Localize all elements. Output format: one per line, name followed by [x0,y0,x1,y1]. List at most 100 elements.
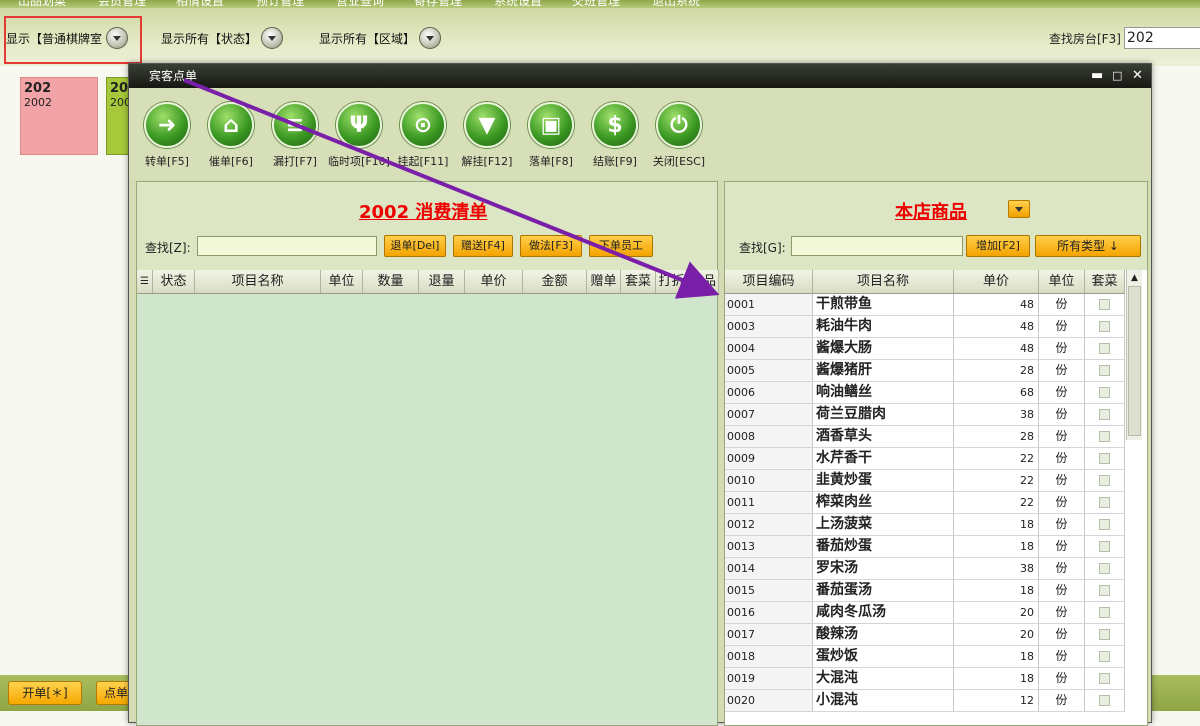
set-meal-checkbox[interactable] [1099,695,1110,706]
table-row[interactable]: 0017 酸辣汤 20 份 [725,624,1125,646]
column-header[interactable]: 项目名称 [813,270,954,293]
top-menu-item[interactable]: 交班管理 [572,0,620,8]
toolbar-button[interactable]: ▣ 落单[F8] [519,102,583,169]
set-meal-checkbox[interactable] [1099,519,1110,530]
table-row[interactable]: 0003 耗油牛肉 48 份 [725,316,1125,338]
set-meal-checkbox[interactable] [1099,431,1110,442]
table-row[interactable]: 0020 小混沌 12 份 [725,690,1125,712]
table-row[interactable]: 0015 番茄蛋汤 18 份 [725,580,1125,602]
column-header[interactable]: 退量 [419,270,465,293]
table-row[interactable]: 0019 大混沌 18 份 [725,668,1125,690]
product-search-input[interactable] [791,236,963,256]
table-row[interactable]: 0009 水芹香干 22 份 [725,448,1125,470]
column-header[interactable]: 数量 [363,270,419,293]
gift-button[interactable]: 赠送[F4] [453,235,513,257]
product-price-cell: 18 [954,536,1039,557]
set-meal-checkbox[interactable] [1099,541,1110,552]
set-meal-checkbox[interactable] [1099,343,1110,354]
set-meal-cell [1085,492,1125,513]
room-card[interactable]: 202 2002 [20,77,98,155]
set-meal-checkbox[interactable] [1099,585,1110,596]
table-row[interactable]: 0001 干煎带鱼 48 份 [725,294,1125,316]
column-header[interactable]: 单价 [465,270,523,293]
top-menu-item[interactable]: 相情设置 [176,0,224,8]
add-product-button[interactable]: 增加[F2] [966,235,1030,257]
column-header[interactable]: 金额 [523,270,587,293]
set-meal-checkbox[interactable] [1099,475,1110,486]
toolbar-button[interactable]: ▼ 解挂[F12] [455,102,519,169]
area-filter[interactable]: 显示所有【区域】 [319,27,442,49]
top-menu-item[interactable]: 会员管理 [98,0,146,8]
all-types-button[interactable]: 所有类型 ↓ [1035,235,1141,257]
column-header[interactable]: 单位 [1039,270,1085,293]
table-row[interactable]: 0006 响油鳝丝 68 份 [725,382,1125,404]
chevron-down-icon[interactable] [261,27,284,49]
set-meal-checkbox[interactable] [1099,673,1110,684]
table-row[interactable]: 0014 罗宋汤 38 份 [725,558,1125,580]
top-menu-item[interactable]: 营业查询 [336,0,384,8]
column-header[interactable]: 项目编码 [725,270,813,293]
column-header[interactable]: 单位 [321,270,363,293]
set-meal-checkbox[interactable] [1099,321,1110,332]
column-header[interactable]: 商品 [688,270,719,293]
set-meal-checkbox[interactable] [1099,365,1110,376]
order-staff-button[interactable]: 下单员工 [589,235,653,257]
minimize-icon[interactable]: ▬ [1091,64,1103,88]
top-menu-item[interactable]: 出品划菜 [18,0,66,8]
toolbar-button[interactable]: Ψ 临时项[F10] [327,102,391,169]
table-row[interactable]: 0004 酱爆大肠 48 份 [725,338,1125,360]
table-row[interactable]: 0013 番茄炒蛋 18 份 [725,536,1125,558]
column-header[interactable]: 赠单 [587,270,621,293]
room-card[interactable]: 20 200 [106,77,130,155]
toolbar-button[interactable]: ➜ 转单[F5] [135,102,199,169]
top-menu-item[interactable]: 寄存管理 [414,0,462,8]
set-meal-checkbox[interactable] [1099,409,1110,420]
table-row[interactable]: 0007 荷兰豆腊肉 38 份 [725,404,1125,426]
toolbar-button[interactable]: $ 结账[F9] [583,102,647,169]
column-header[interactable]: 项目名称 [195,270,321,293]
table-row[interactable]: 0016 咸肉冬瓜汤 20 份 [725,602,1125,624]
table-row[interactable]: 0018 蛋炒饭 18 份 [725,646,1125,668]
open-order-button[interactable]: 开单[＊] [8,681,82,705]
scroll-thumb[interactable] [1128,286,1141,436]
set-meal-checkbox[interactable] [1099,563,1110,574]
toolbar-button[interactable]: ⌂ 催单[F6] [199,102,263,169]
table-row[interactable]: 0005 酱爆猪肝 28 份 [725,360,1125,382]
toolbar-button[interactable]: ⊙ 挂起[F11] [391,102,455,169]
top-menu-item[interactable]: 预订管理 [256,0,304,8]
table-row[interactable]: 0010 韭黄炒蛋 22 份 [725,470,1125,492]
top-menu-item[interactable]: 退出系统 [652,0,700,8]
table-row[interactable]: 0012 上汤菠菜 18 份 [725,514,1125,536]
item-search-input[interactable] [197,236,377,256]
column-header[interactable]: 单价 [954,270,1039,293]
toolbar-button-label: 挂起[F11] [397,155,449,168]
dropdown-arrow-icon[interactable] [1008,200,1030,218]
product-scrollbar[interactable]: ▲ [1126,270,1142,440]
toolbar-button[interactable]: ⏻ 关闭[ESC] [647,102,711,169]
search-room-input[interactable]: 202 [1124,27,1200,49]
set-meal-checkbox[interactable] [1099,299,1110,310]
set-meal-checkbox[interactable] [1099,651,1110,662]
scroll-up-icon[interactable]: ▲ [1127,270,1142,286]
status-filter[interactable]: 显示所有【状态】 [161,27,284,49]
method-button[interactable]: 做法[F3] [520,235,582,257]
column-header[interactable]: 套菜 [1085,270,1125,293]
toolbar-button[interactable]: ≡ 漏打[F7] [263,102,327,169]
set-meal-checkbox[interactable] [1099,387,1110,398]
column-header[interactable]: 打折 [656,270,688,293]
column-header[interactable]: 状态 [153,270,195,293]
return-item-button[interactable]: 退单[Del] [384,235,446,257]
table-row[interactable]: 0011 榨菜肉丝 22 份 [725,492,1125,514]
chevron-down-icon[interactable] [419,27,442,49]
set-meal-checkbox[interactable] [1099,629,1110,640]
set-meal-checkbox[interactable] [1099,607,1110,618]
maximize-icon[interactable]: □ [1112,64,1122,88]
set-meal-checkbox[interactable] [1099,453,1110,464]
top-menu-item[interactable]: 系统设置 [494,0,542,8]
product-name-cell: 干煎带鱼 [813,294,954,315]
column-header[interactable]: 套菜 [621,270,656,293]
close-icon[interactable]: ✕ [1132,64,1143,88]
list-icon[interactable]: ☰ [137,270,153,293]
set-meal-checkbox[interactable] [1099,497,1110,508]
table-row[interactable]: 0008 酒香草头 28 份 [725,426,1125,448]
